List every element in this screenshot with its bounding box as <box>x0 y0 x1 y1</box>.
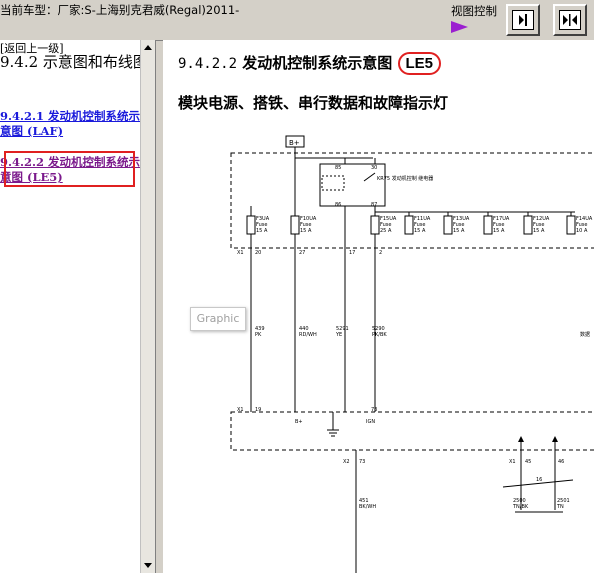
wire-label: TN <box>556 504 564 510</box>
vehicle-model-label: 当前车型：厂家:S-上海别克君威(Regal)2011- <box>0 3 240 17</box>
wire-label: TN/BK <box>512 504 529 510</box>
scroll-down-icon[interactable] <box>144 563 152 568</box>
sidebar-heading: 9.4.2 示意图和布线图 <box>0 53 148 71</box>
connector-label: X1 <box>237 407 244 413</box>
diagram-subheading: 模块电源、搭铁、串行数据和故障指示灯 <box>178 94 449 112</box>
pin-label: 19 <box>255 407 261 413</box>
pin-label: 2 <box>379 250 382 256</box>
view-control-label: 视图控制 <box>451 4 497 18</box>
relay-pin-87: 87 <box>371 202 377 208</box>
wire-label: PK <box>255 332 262 338</box>
edge-label: 数据 <box>580 331 590 338</box>
relay-pin-86: 86 <box>335 202 341 208</box>
pin-label: B+ <box>295 419 303 425</box>
expand-pane-button[interactable] <box>506 4 540 36</box>
fuse-label: 15 A <box>533 228 545 234</box>
fuse-label: 15 A <box>256 228 268 234</box>
sidebar: [返回上一级] 9.4.2 示意图和布线图 9.4.2.1 发动机控制系统示意图… <box>0 40 156 573</box>
collapse-pane-button[interactable] <box>553 4 587 36</box>
highlight-box <box>4 151 135 187</box>
wire-label: YE <box>335 332 342 338</box>
content-pane: B+ 85 30 86 87 KR75 发动机控制 继电器 F3UA Fuse … <box>163 40 594 573</box>
fuse-label: 15 A <box>414 228 426 234</box>
pin-label: 27 <box>299 250 305 256</box>
fuse-label: 25 A <box>380 228 392 234</box>
engine-code-badge: LE5 <box>397 52 442 75</box>
fuse-label: 15 A <box>493 228 505 234</box>
relay-label: KR75 发动机控制 继电器 <box>377 175 433 182</box>
title-bar: 当前车型：厂家:S-上海别克君威(Regal)2011- 视图控制 <box>0 0 594 41</box>
section-title: 发动机控制系统示意图 <box>242 54 393 72</box>
page-title: 9.4.2.2 发动机控制系统示意图 LE5 <box>178 52 442 75</box>
arrows-inward-icon <box>563 14 577 26</box>
arrow-right-into-bar-icon <box>519 14 527 26</box>
sidebar-item-laf[interactable]: 9.4.2.1 发动机控制系统示意图 (LAF) <box>0 109 150 139</box>
connector-label: X1 <box>509 459 516 465</box>
pin-label: 73 <box>359 459 365 465</box>
pin-label: 17 <box>349 250 355 256</box>
pin-label: 20 <box>255 250 261 256</box>
scroll-up-icon[interactable] <box>144 45 152 50</box>
battery-label: B+ <box>289 139 300 147</box>
pin-label: IGN <box>366 419 375 425</box>
fuse-label: 10 A <box>576 228 588 234</box>
sidebar-scrollbar[interactable] <box>140 40 155 573</box>
wire-label: BK/WH <box>359 504 376 510</box>
pin-label: 73 <box>371 407 377 413</box>
fuse-label: 15 A <box>453 228 465 234</box>
relay-pin-30: 30 <box>371 165 377 171</box>
wire-label: RD/WH <box>299 332 317 338</box>
pin-label: 45 <box>525 459 531 465</box>
connector-label: X1 <box>237 250 244 256</box>
section-number: 9.4.2.2 <box>178 56 238 72</box>
graphic-tooltip: Graphic <box>190 307 246 331</box>
connector-label: X2 <box>343 459 350 465</box>
wire-label: PK/BK <box>372 332 387 338</box>
relay-pin-85: 85 <box>335 165 341 171</box>
fuse-label: 15 A <box>300 228 312 234</box>
pin-label: 46 <box>558 459 564 465</box>
pin-label: 16 <box>536 477 542 483</box>
view-control-arrow-icon[interactable] <box>451 21 468 33</box>
